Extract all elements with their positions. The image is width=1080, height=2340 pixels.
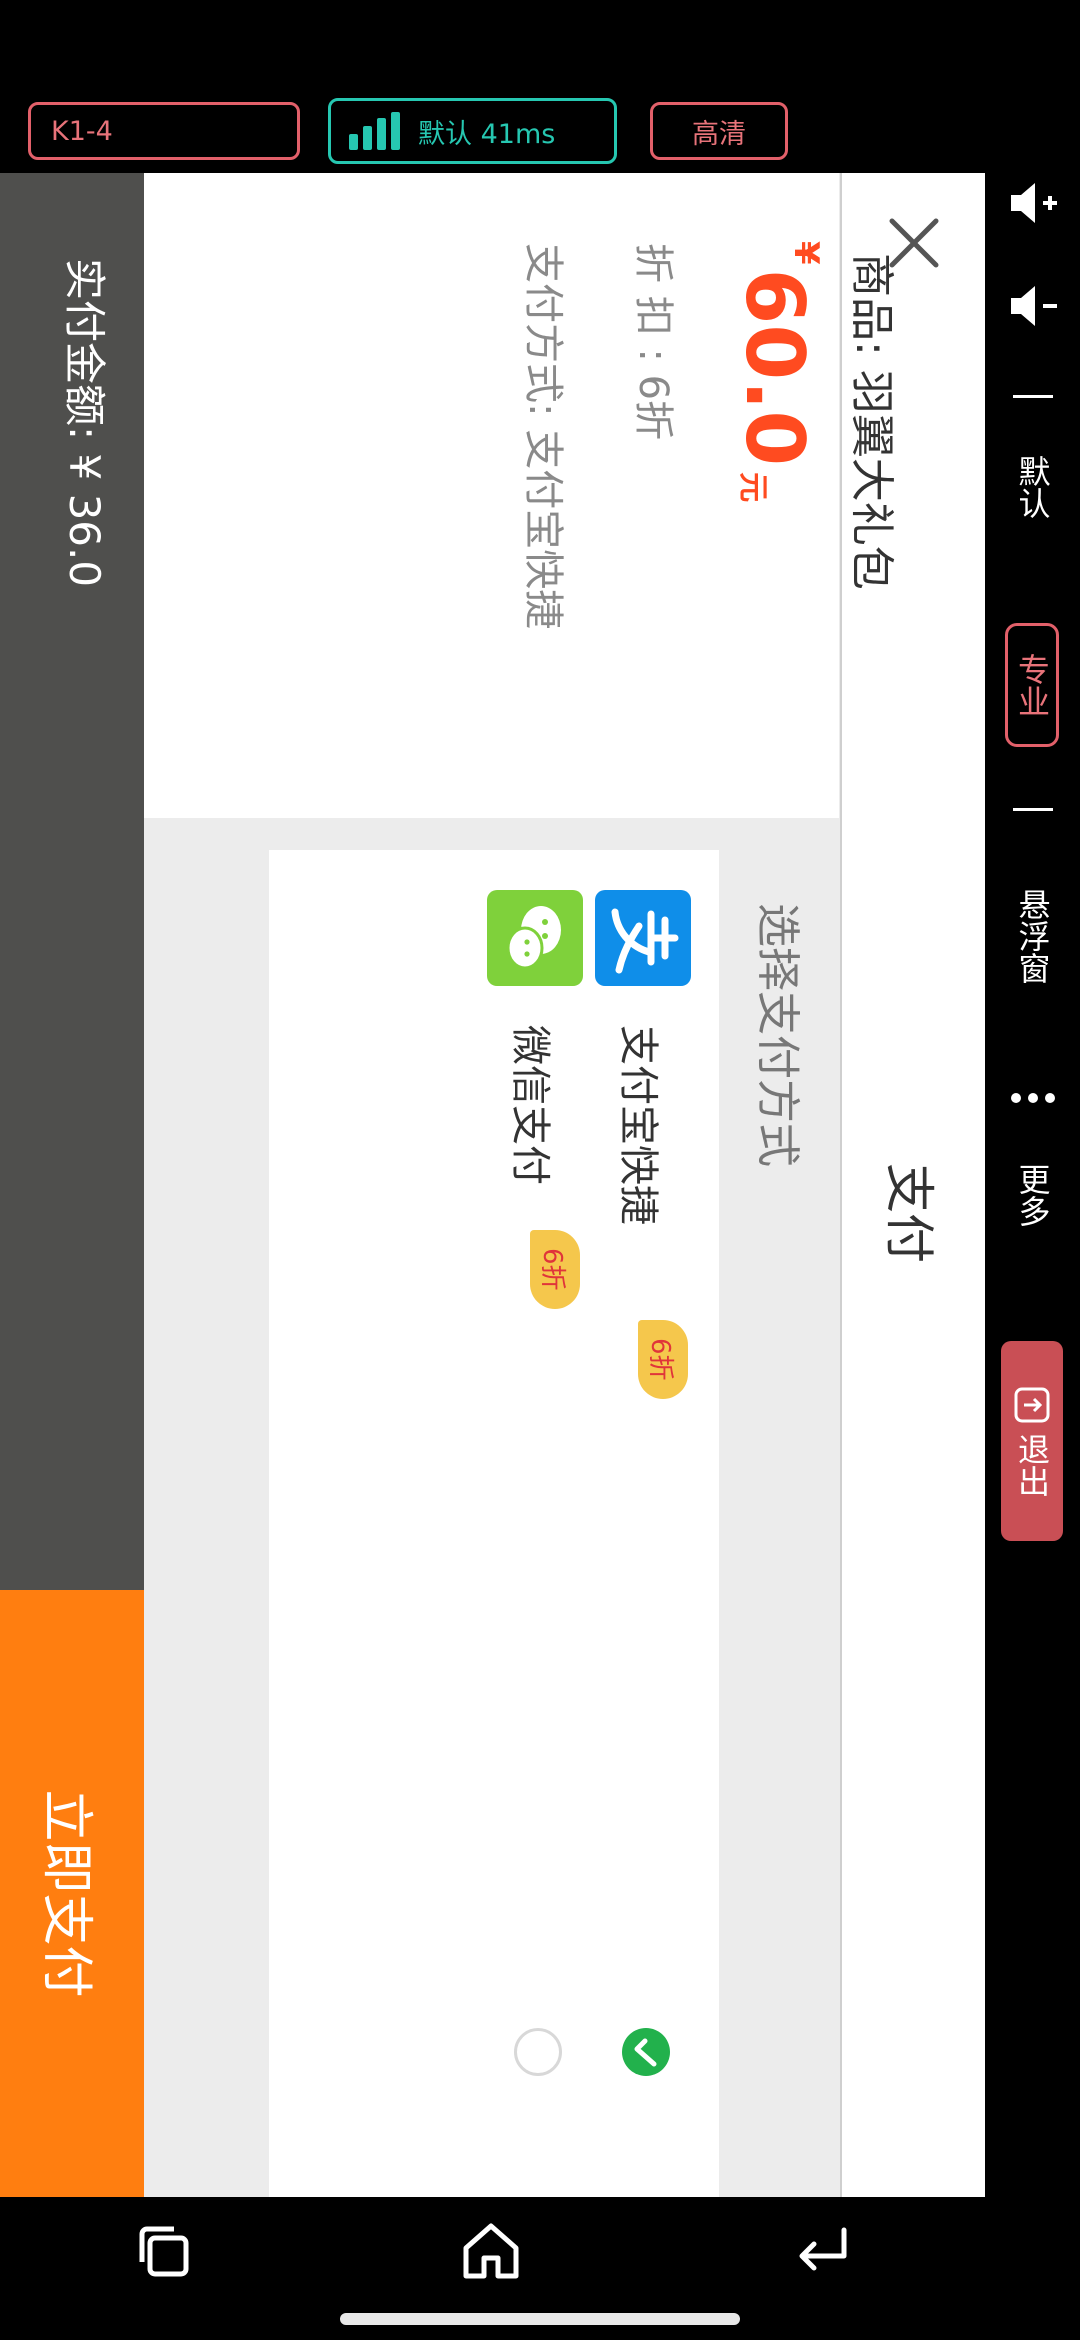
channel-pill[interactable]: K1-4 <box>28 102 300 160</box>
mode-default-label: 默认 <box>1013 455 1052 519</box>
wechat-pay-icon <box>487 890 583 986</box>
channel-label: K1-4 <box>51 115 113 147</box>
mode-default[interactable]: 默认 <box>985 455 1080 519</box>
float-window-button[interactable]: 悬浮窗 <box>985 888 1080 984</box>
back-icon[interactable] <box>788 2216 858 2286</box>
float-window-label: 悬浮窗 <box>1013 888 1052 984</box>
price-unit: 元 <box>735 472 770 503</box>
quality-pill[interactable]: 高清 <box>650 102 788 160</box>
recents-icon[interactable] <box>128 2216 198 2286</box>
pay-now-button[interactable]: 立即支付 <box>0 1590 144 2197</box>
exit-icon <box>1014 1387 1050 1423</box>
mode-pro-label: 专业 <box>1013 653 1051 717</box>
nav-bar <box>0 2198 1080 2298</box>
volume-up-icon[interactable] <box>985 175 1080 231</box>
price-symbol: ¥ <box>786 241 826 265</box>
price-value: 60.0 <box>728 268 821 467</box>
total-amount: 实付金额: ¥ 36.0 <box>60 258 109 588</box>
more-dots-icon[interactable] <box>985 1088 1080 1108</box>
selected-method-line: 支付方式: 支付宝快捷 <box>520 243 566 630</box>
quality-label: 高清 <box>692 118 746 150</box>
network-pill[interactable]: 默认 41ms <box>328 98 617 164</box>
network-label: 默认 41ms <box>418 118 556 150</box>
discount-badge: 6折 <box>638 1320 688 1399</box>
method-heading: 选择支付方式 <box>752 903 803 1167</box>
divider <box>1013 395 1053 398</box>
side-toolbar: 默认 专业 悬浮窗 更多 退出 <box>985 173 1080 2198</box>
price: ¥ 60.0 元 <box>728 241 826 503</box>
exit-button[interactable]: 退出 <box>1001 1341 1063 1541</box>
payment-dialog: 支付 商品: 羽翼大礼包 ¥ 60.0 元 折 扣 : 6折 支付方式: 支付宝… <box>0 173 986 2197</box>
method-option-wechat[interactable]: 微信支付 6折 <box>478 850 588 2197</box>
volume-down-icon[interactable] <box>985 278 1080 334</box>
method-label: 支付宝快捷 <box>615 1025 661 1225</box>
signal-bars-icon <box>349 112 400 150</box>
discount-line: 折 扣 : 6折 <box>630 243 676 441</box>
divider <box>1013 808 1053 811</box>
home-icon[interactable] <box>456 2216 526 2286</box>
method-option-alipay[interactable]: 支付宝快捷 6折 <box>586 850 696 2197</box>
method-label: 微信支付 <box>507 1025 553 1185</box>
product-name: 商品: 羽翼大礼包 <box>846 253 897 590</box>
more-label: 更多 <box>1013 1163 1052 1227</box>
discount-badge: 6折 <box>530 1230 580 1309</box>
alipay-icon <box>595 890 691 986</box>
radio-unselected[interactable] <box>514 2028 562 2076</box>
page-title: 支付 <box>880 1163 938 1263</box>
exit-label: 退出 <box>1013 1433 1051 1497</box>
home-indicator[interactable] <box>340 2313 740 2325</box>
more-button[interactable]: 更多 <box>985 1163 1080 1227</box>
radio-selected[interactable] <box>622 2028 670 2076</box>
mode-pro[interactable]: 专业 <box>1005 623 1059 747</box>
